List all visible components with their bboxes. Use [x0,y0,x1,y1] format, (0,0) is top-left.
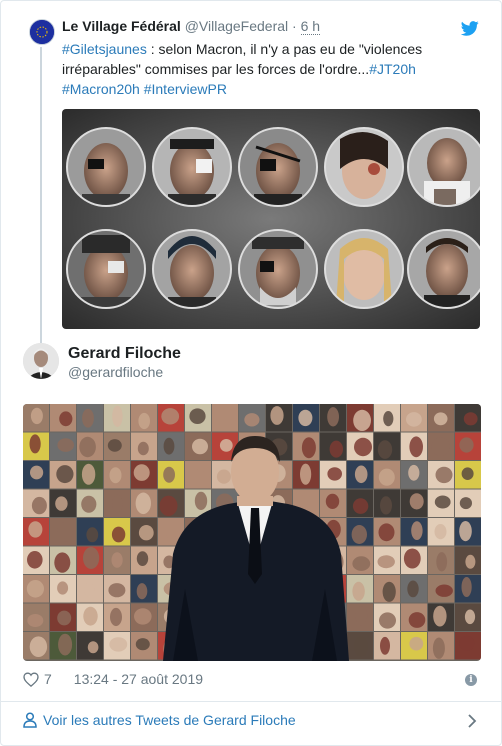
hashtag-giletsjaunes[interactable]: #Giletsjaunes [62,41,147,57]
hashtag-interviewpr[interactable]: #InterviewPR [144,81,227,97]
tweet-timestamp[interactable]: 13:24 - 27 août 2019 [74,671,203,687]
chevron-right-icon[interactable] [467,714,477,728]
embedded-tweet-card: Le Village Fédéral @VillageFederal · 6 h… [0,0,502,746]
hashtag-macron20h[interactable]: #Macron20h [62,81,140,97]
user-icon [23,712,37,728]
header-separator: · [288,18,301,34]
footer-divider [1,701,501,702]
quoted-tweet-header: Le Village Fédéral @VillageFederal · 6 h [62,18,321,35]
quoted-tweet-text: #Giletsjaunes : selon Macron, il n'y a p… [62,39,462,99]
quoted-author-name[interactable]: Le Village Fédéral [62,18,181,34]
quoted-tweet-image[interactable] [62,109,480,329]
more-tweets-link[interactable]: Voir les autres Tweets de Gerard Filoche [23,712,296,728]
quoted-tweet-time[interactable]: 6 h [300,18,321,35]
info-icon[interactable]: i [465,674,477,686]
injured-protesters-collage [66,127,480,309]
like-count[interactable]: 7 [44,671,52,687]
author-avatar[interactable] [23,343,59,379]
author-handle[interactable]: @gerardfiloche [68,364,163,380]
twitter-bird-icon[interactable] [461,21,479,36]
quoted-author-avatar[interactable] [29,19,55,45]
thread-connector [40,47,42,343]
quoted-author-handle[interactable]: @VillageFederal [185,18,288,34]
photo-mosaic-with-portrait [23,404,481,661]
tweet-meta: 7 13:24 - 27 août 2019 [23,671,203,687]
more-tweets-label[interactable]: Voir les autres Tweets de Gerard Filoche [43,712,296,728]
author-name[interactable]: Gerard Filoche [68,345,181,363]
tweet-image[interactable] [23,404,481,661]
heart-icon[interactable] [23,671,39,687]
hashtag-jt20h[interactable]: #JT20h [369,61,416,77]
